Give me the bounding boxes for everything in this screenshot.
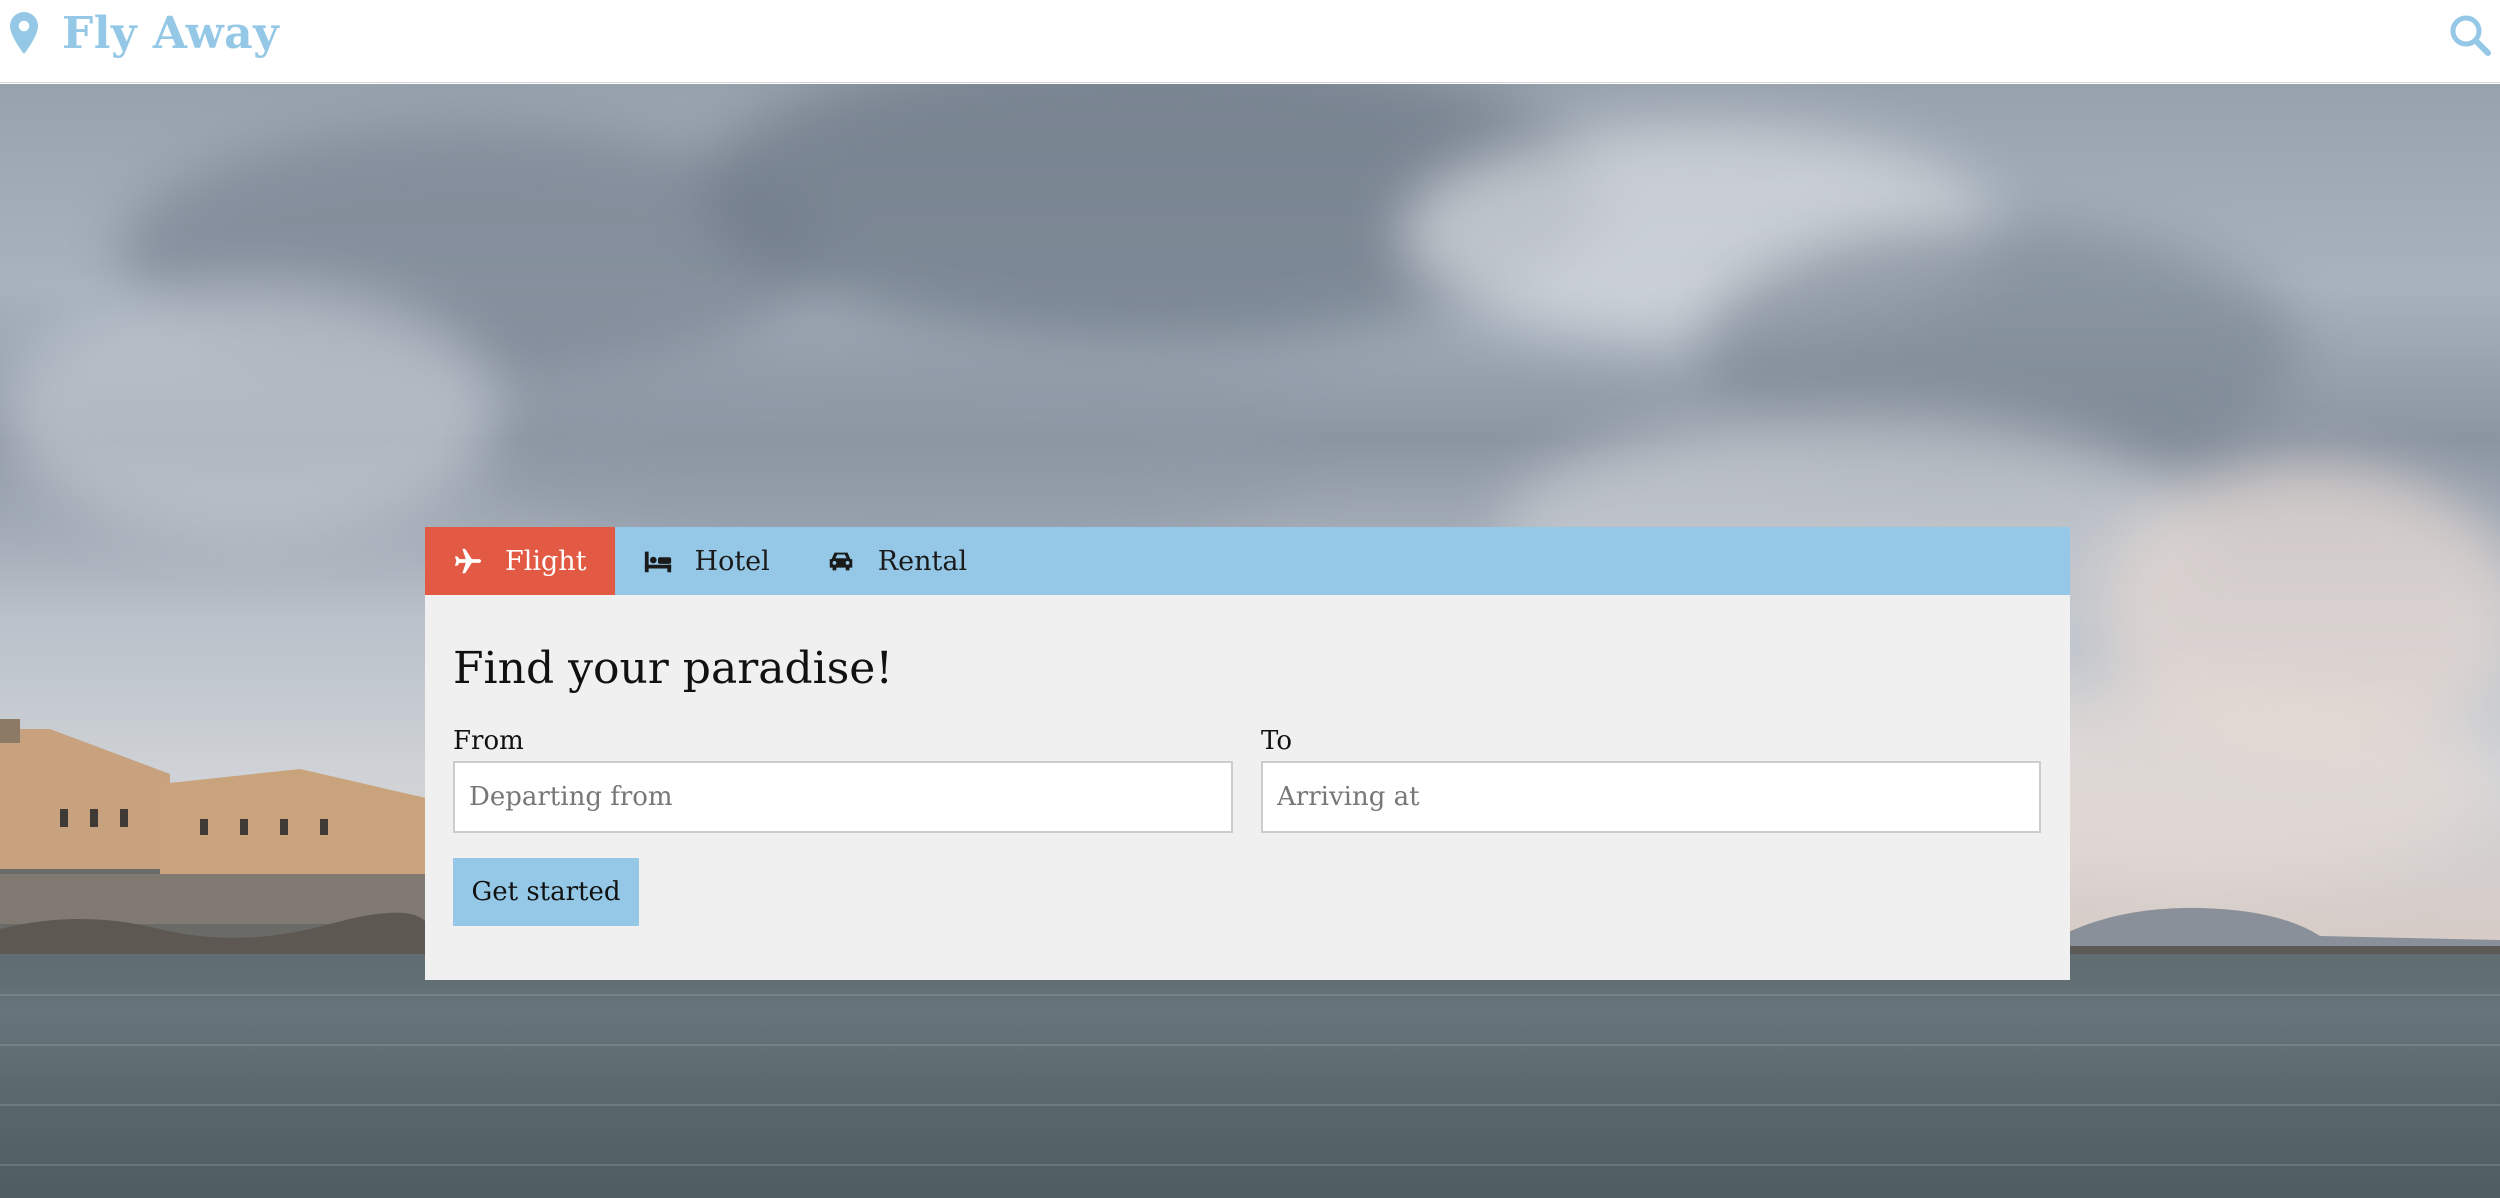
tab-hotel[interactable]: Hotel <box>615 527 798 595</box>
bed-icon <box>644 551 671 573</box>
get-started-button[interactable]: Get started <box>453 858 639 926</box>
booking-tabs: Flight Hotel Rental <box>425 527 2070 595</box>
sea-image <box>0 954 2500 1198</box>
search-icon[interactable] <box>2448 13 2492 57</box>
booking-panel: Flight Hotel Rental Find your paradise! <box>425 527 2070 980</box>
from-label: From <box>453 726 524 756</box>
form-title: Find your paradise! <box>453 643 893 694</box>
tab-flight-label: Flight <box>505 545 587 577</box>
car-icon <box>829 552 853 571</box>
top-navbar: Fly Away <box>0 0 2500 83</box>
tab-rental-label: Rental <box>877 545 968 577</box>
to-label: To <box>1261 726 1292 756</box>
coastal-buildings-image <box>0 719 430 979</box>
from-input[interactable] <box>453 761 1233 833</box>
plane-icon <box>454 548 482 574</box>
tab-rental[interactable]: Rental <box>798 527 995 595</box>
tab-hotel-label: Hotel <box>694 545 770 577</box>
search-form: Find your paradise! From To Get started <box>425 595 2070 980</box>
map-marker-icon <box>10 12 38 54</box>
to-input[interactable] <box>1261 761 2041 833</box>
brand-title[interactable]: Fly Away <box>62 8 279 59</box>
tab-flight[interactable]: Flight <box>425 527 615 595</box>
